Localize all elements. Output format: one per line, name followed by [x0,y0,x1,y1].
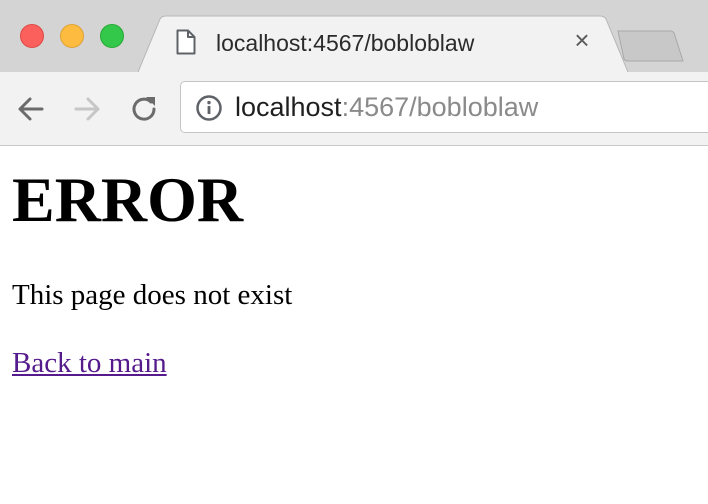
info-icon[interactable] [195,94,223,122]
new-tab-button[interactable] [616,30,684,62]
arrow-right-icon[interactable] [70,92,104,126]
tab-title: localhost:4567/bobloblaw [216,30,475,56]
page-title: ERROR [12,164,244,235]
browser-chrome: localhost:4567/bobloblaw × localhost:456… [0,0,708,146]
reload-icon[interactable] [128,92,162,126]
error-message: This page does not exist [12,279,293,311]
address-bar[interactable]: localhost:4567/bobloblaw [180,81,708,133]
window-minimize-button[interactable] [60,24,84,48]
toolbar: localhost:4567/bobloblaw [0,72,708,146]
url-text[interactable]: localhost:4567/bobloblaw [235,92,538,123]
tab-strip: localhost:4567/bobloblaw × [0,0,708,73]
document-icon [176,29,196,55]
page-content: ERROR This page does not exist Back to m… [0,146,708,504]
tab-close-button[interactable]: × [568,26,596,54]
window-close-button[interactable] [20,24,44,48]
back-to-main-link[interactable]: Back to main [12,346,167,380]
arrow-left-icon[interactable] [14,92,48,126]
window-zoom-button[interactable] [100,24,124,48]
url-path: :4567/bobloblaw [341,92,539,122]
url-host: localhost [235,92,342,122]
